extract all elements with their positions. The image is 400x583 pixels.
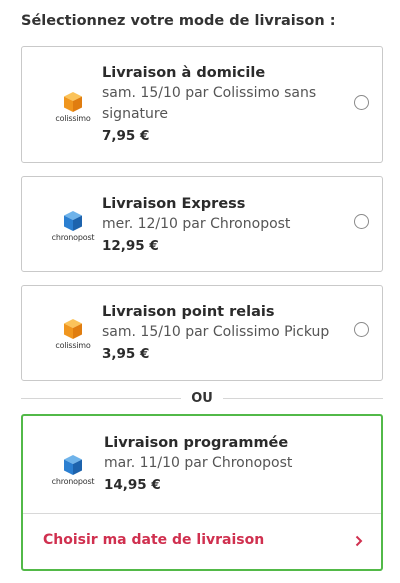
delivery-option-relay-point[interactable]: colissimo Livraison point relais sam. 15… xyxy=(21,285,383,381)
option-description: sam. 15/10 par Colissimo Pickup xyxy=(102,324,330,340)
package-box-icon xyxy=(64,455,82,475)
package-box-icon xyxy=(64,211,82,231)
delivery-option-home[interactable]: colissimo Livraison à domicile sam. 15/1… xyxy=(21,46,383,163)
option-name: Livraison à domicile xyxy=(102,65,266,81)
colissimo-logo: colissimo xyxy=(50,318,96,350)
package-box-icon xyxy=(64,319,82,339)
separator-line xyxy=(222,397,384,399)
chevron-right-icon[interactable] xyxy=(355,535,363,547)
radio-button[interactable] xyxy=(354,95,369,110)
option-name: Livraison Express xyxy=(102,196,246,212)
radio-button[interactable] xyxy=(354,322,369,337)
chronopost-logo: chronopost xyxy=(50,210,96,242)
chronopost-logo: chronopost xyxy=(50,454,96,486)
delivery-option-scheduled[interactable]: chronopost Livraison programmée mar. 11/… xyxy=(21,414,383,571)
option-price: 7,95 € xyxy=(102,128,150,144)
option-description: mer. 12/10 par Chronopost xyxy=(102,216,291,232)
option-description: sam. 15/10 par Colissimo sans signature xyxy=(102,85,317,122)
page-title: Sélectionnez votre mode de livraison : xyxy=(21,13,336,29)
or-separator: OU xyxy=(21,390,384,406)
option-price: 12,95 € xyxy=(102,238,159,254)
option-price: 14,95 € xyxy=(104,477,161,493)
choose-date-link[interactable]: Choisir ma date de livraison xyxy=(43,532,264,548)
colissimo-logo: colissimo xyxy=(50,91,96,123)
separator-line xyxy=(21,397,182,399)
option-description: mar. 11/10 par Chronopost xyxy=(104,455,293,471)
separator-label: OU xyxy=(191,390,213,406)
delivery-option-express[interactable]: chronopost Livraison Express mer. 12/10 … xyxy=(21,176,383,272)
option-price: 3,95 € xyxy=(102,346,150,362)
card-divider xyxy=(23,513,381,514)
option-name: Livraison point relais xyxy=(102,304,275,320)
radio-button[interactable] xyxy=(354,214,369,229)
package-box-icon xyxy=(64,92,82,112)
option-name: Livraison programmée xyxy=(104,435,289,451)
